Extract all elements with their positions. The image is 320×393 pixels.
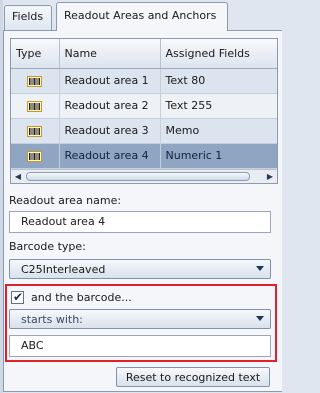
barcode-icon [27, 150, 43, 162]
readout-areas-grid: Type Name Assigned Fields Readout area 1… [10, 38, 278, 184]
barcode-type-label: Barcode type: [9, 240, 86, 253]
table-row-selected[interactable]: Readout area 4 Numeric 1 [11, 143, 277, 169]
type-cell [11, 93, 60, 119]
table-row[interactable]: Readout area 2 Text 255 [11, 93, 277, 119]
barcode-operator-dropdown[interactable]: starts with: [9, 309, 271, 329]
tab-fields[interactable]: Fields [4, 5, 52, 30]
type-cell [11, 68, 60, 94]
scroll-left-arrow-icon[interactable]: ◀ [11, 170, 25, 183]
table-row[interactable]: Readout area 1 Text 80 [11, 68, 277, 94]
barcode-value-input[interactable]: ABC [9, 335, 271, 357]
tab-readout-areas-and-anchors[interactable]: Readout Areas and Anchors [56, 2, 228, 31]
column-header-type[interactable]: Type [11, 39, 60, 69]
barcode-type-value: C25Interleaved [21, 263, 106, 276]
chevron-down-icon [256, 316, 264, 321]
assigned-field-cell: Text 255 [160, 93, 277, 119]
barcode-condition-label: and the barcode... [31, 291, 132, 304]
grid-header-row: Type Name Assigned Fields [11, 39, 277, 69]
assigned-field-cell: Numeric 1 [160, 143, 277, 169]
readout-area-name-label: Readout area name: [9, 194, 122, 207]
readout-area-name-input[interactable]: Readout area 4 [9, 211, 271, 233]
column-header-assigned-fields[interactable]: Assigned Fields [160, 39, 277, 69]
checkmark-icon: ✔ [13, 290, 24, 304]
barcode-icon [27, 75, 43, 87]
column-header-name[interactable]: Name [59, 39, 161, 69]
name-cell: Readout area 1 [59, 68, 161, 94]
assigned-field-cell: Text 80 [160, 68, 277, 94]
name-cell: Readout area 2 [59, 93, 161, 119]
barcode-operator-value: starts with: [21, 313, 83, 326]
type-cell [11, 143, 60, 169]
tab-bar: Fields Readout Areas and Anchors [0, 0, 283, 31]
name-cell: Readout area 4 [59, 143, 161, 169]
scrollbar-thumb[interactable] [26, 172, 250, 181]
barcode-icon [27, 125, 43, 137]
table-row[interactable]: Readout area 3 Memo [11, 118, 277, 144]
name-cell: Readout area 3 [59, 118, 161, 144]
chevron-down-icon [256, 266, 264, 271]
barcode-condition-checkbox[interactable]: ✔ [11, 290, 24, 304]
barcode-type-dropdown[interactable]: C25Interleaved [9, 259, 271, 279]
type-cell [11, 118, 60, 144]
reset-to-recognized-text-button[interactable]: Reset to recognized text [116, 367, 270, 387]
scroll-right-arrow-icon[interactable]: ▶ [263, 170, 277, 183]
barcode-icon [27, 100, 43, 112]
assigned-field-cell: Memo [160, 118, 277, 144]
horizontal-scrollbar[interactable]: ◀ ▶ [11, 169, 277, 183]
